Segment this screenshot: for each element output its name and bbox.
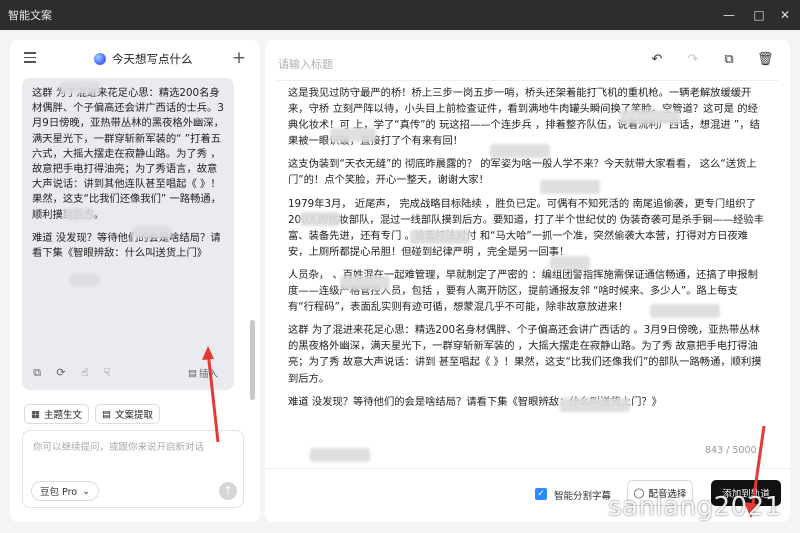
privacy-blur <box>550 256 590 270</box>
chat-input-placeholder: 你可以继续提问，或跟你来说开启新对话 <box>33 442 205 453</box>
chip-label: 主题生文 <box>43 410 82 421</box>
close-icon[interactable]: ✕ <box>770 0 800 30</box>
topic-generate-chip[interactable]: ▦ 主题生文 <box>24 404 89 424</box>
delete-icon[interactable]: 🗑 <box>757 52 774 68</box>
assistant-orb-icon <box>94 53 106 65</box>
privacy-blur <box>310 448 370 462</box>
model-select[interactable]: 豆包 Pro ⌄ <box>31 481 100 501</box>
privacy-blur <box>650 304 720 318</box>
topic-icon: ▦ <box>31 408 40 420</box>
privacy-blur <box>330 128 376 142</box>
message-paragraph: 这群 为了混进来花足心思：精选200名身材偶胖、个子偏高还会讲广西话的士兵。3月… <box>32 87 224 221</box>
smart-split-checkbox[interactable]: ✓ <box>535 488 547 500</box>
regenerate-icon[interactable]: ⟳ <box>54 366 68 380</box>
doc-paragraph: 难道 没发现？等待他们的会是啥结局？请看下集《智眼辨敌：什么叫送货上门？》 <box>288 395 662 408</box>
privacy-blur <box>540 180 600 194</box>
annotation-arrow <box>202 346 220 443</box>
privacy-blur <box>410 230 470 244</box>
privacy-blur <box>70 274 100 286</box>
message-text: 这群 为了混进来花足心思：精选200名身材偶胖、个子偏高还会讲广西话的士兵。3月… <box>32 86 226 336</box>
doc-paragraph: 这群 为了混进来花足心思：精选200名身材偶胖、个子偏高还会讲广西话的 。3月9… <box>288 324 762 385</box>
watermark: sanlang2021 <box>608 492 782 522</box>
message-actions: ⧉ ⟳ ☝ ☟ ▤ 插入 <box>30 366 226 382</box>
doc-paragraph: 这支伪装到“天衣无缝”的 彻底昨晨露的？ 的军姿为啥一般人学不来？今天就带大家看… <box>288 158 757 187</box>
chat-scrollbar[interactable] <box>250 320 255 400</box>
thumbs-up-icon[interactable]: ☝ <box>78 366 92 380</box>
chevron-down-icon: ⌄ <box>82 485 91 497</box>
privacy-blur <box>64 208 94 220</box>
chat-panel: 今天想写点什么 + 这群 为了混进来花足心思：精选200名身材偶胖、个子偏高还会… <box>10 40 260 522</box>
new-chat-plus-icon[interactable]: + <box>230 48 248 68</box>
undo-icon[interactable]: ↶ <box>649 52 665 68</box>
window-title: 智能文案 <box>8 9 52 22</box>
send-icon[interactable]: ↑ <box>219 482 237 500</box>
copy-icon[interactable]: ⧉ <box>721 52 737 68</box>
extract-icon: ▤ <box>102 408 111 420</box>
thumbs-down-icon[interactable]: ☟ <box>100 366 114 380</box>
privacy-blur <box>300 212 340 226</box>
privacy-blur <box>620 110 680 124</box>
minimize-icon[interactable]: — <box>714 0 744 30</box>
privacy-blur <box>60 82 100 94</box>
privacy-blur <box>490 144 550 158</box>
insert-icon: ▤ <box>188 367 197 379</box>
model-label: 豆包 Pro <box>40 487 78 498</box>
title-input[interactable]: 请输入标题 <box>278 56 333 72</box>
smart-split-label: 智能分割字幕 <box>554 491 612 502</box>
doc-paragraph: 1979年3月， 近尾声， 完成战略目标陆续 ，胜负已定。可偶有不知死活的 南尾… <box>288 197 764 258</box>
divider <box>277 80 778 81</box>
divider <box>265 468 790 469</box>
chat-title: 今天想写点什么 <box>112 52 193 66</box>
text-extract-chip[interactable]: ▤ 文案提取 <box>95 404 160 424</box>
copy-icon[interactable]: ⧉ <box>30 366 44 380</box>
privacy-blur <box>132 226 172 238</box>
menu-icon[interactable] <box>24 52 36 64</box>
privacy-blur <box>560 398 630 412</box>
chip-label: 文案提取 <box>114 410 153 421</box>
privacy-blur <box>340 276 390 290</box>
chat-header: 今天想写点什么 + <box>10 40 260 78</box>
main-area: 今天想写点什么 + 这群 为了混进来花足心思：精选200名身材偶胖、个子偏高还会… <box>0 30 800 533</box>
message-paragraph: 难道 没发现？等待他们的会是啥结局？请看下集《智眼辨敌：什么叫送货上门》 <box>32 231 221 260</box>
redo-icon[interactable]: ↷ <box>685 52 701 68</box>
title-bar: 智能文案 — □ ✕ <box>0 0 800 30</box>
